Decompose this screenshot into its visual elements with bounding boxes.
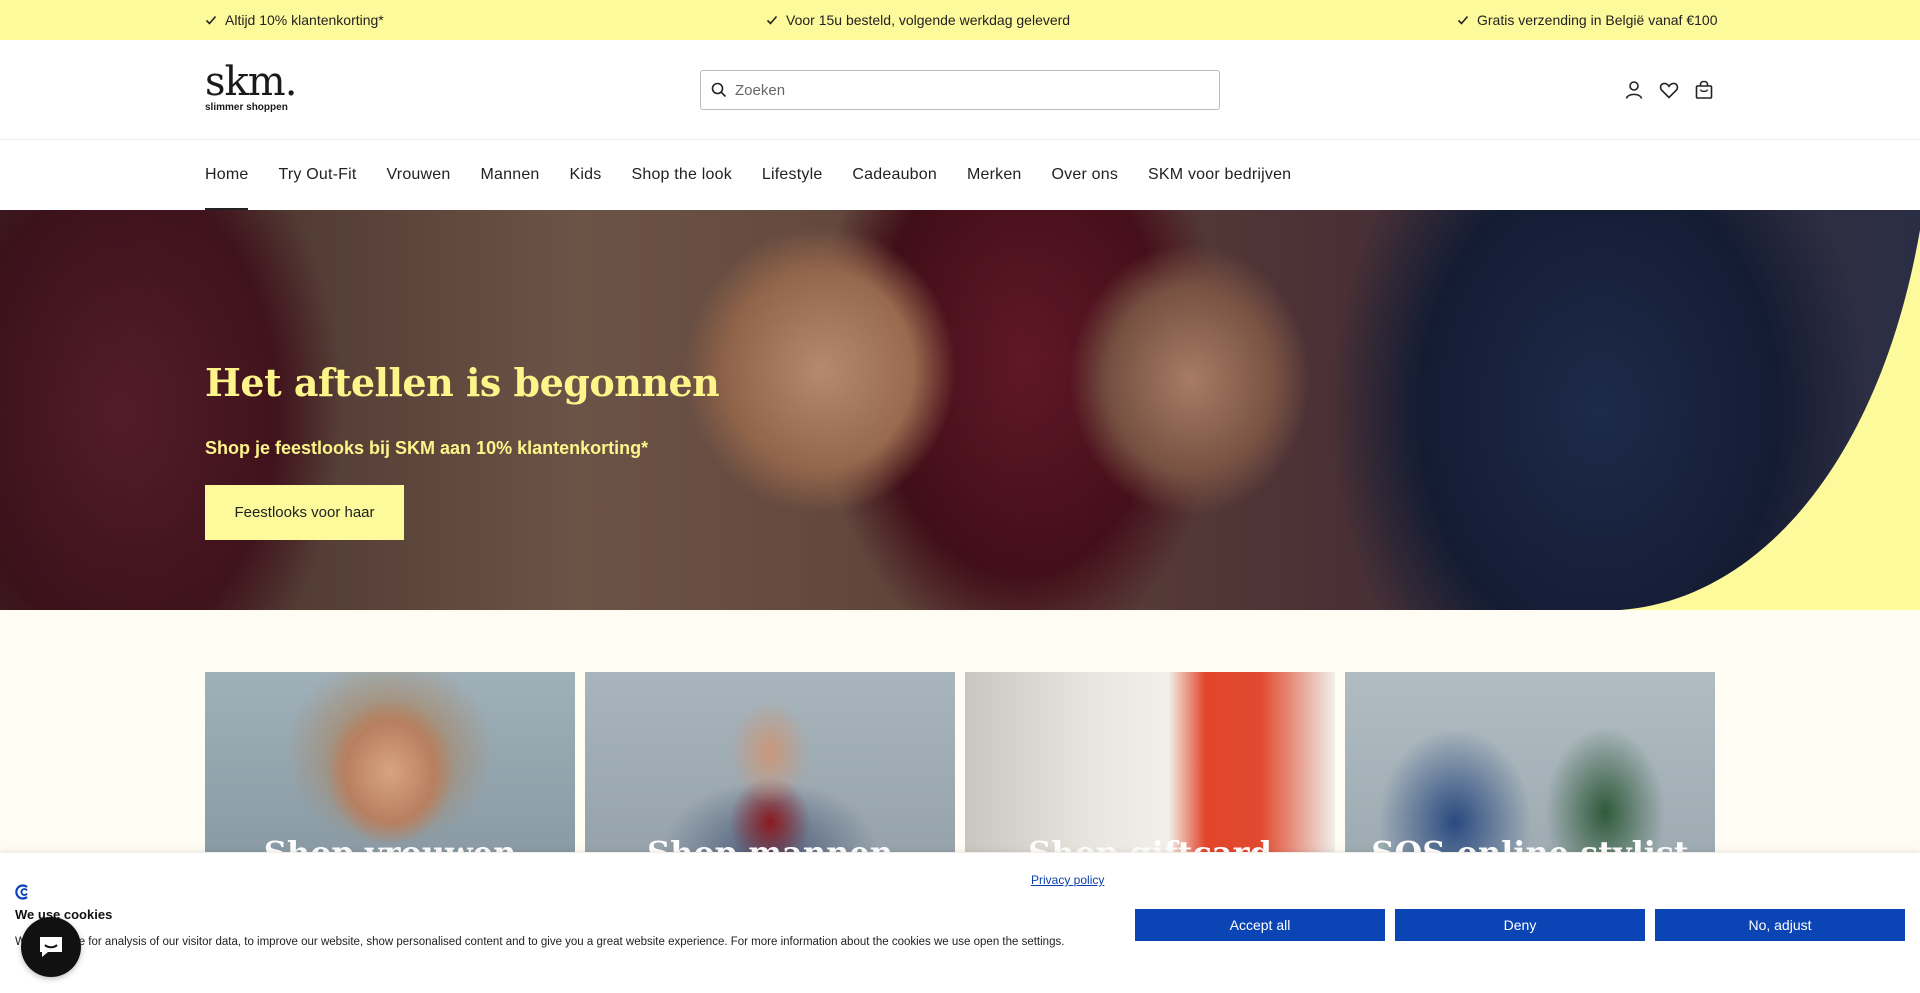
- nav-item-home[interactable]: Home: [205, 140, 249, 210]
- chat-button[interactable]: [21, 917, 81, 977]
- deny-button[interactable]: Deny: [1395, 909, 1645, 941]
- search-icon: [711, 82, 727, 98]
- announcement-text: Gratis verzending in België vanaf €100: [1477, 12, 1718, 28]
- nav-item-vrouwen[interactable]: Vrouwen: [387, 140, 451, 210]
- nav-item-merken[interactable]: Merken: [967, 140, 1022, 210]
- checkmark-icon: [766, 15, 778, 25]
- announcement-item: Voor 15u besteld, volgende werkdag gelev…: [766, 0, 1070, 40]
- category-tile-giftcard[interactable]: Shop giftcard: [965, 672, 1335, 852]
- category-tile-label: Shop giftcard: [965, 834, 1335, 852]
- account-icon[interactable]: [1623, 79, 1645, 101]
- hero-banner: Het aftellen is begonnen Shop je feestlo…: [0, 210, 1920, 610]
- cookie-banner: We use cookies We use these for analysis…: [0, 853, 1920, 993]
- adjust-cookies-button[interactable]: No, adjust: [1655, 909, 1905, 941]
- checkmark-icon: [205, 15, 217, 25]
- nav-item-shop-the-look[interactable]: Shop the look: [631, 140, 731, 210]
- nav-item-lifestyle[interactable]: Lifestyle: [762, 140, 823, 210]
- main-navigation: Home Try Out-Fit Vrouwen Mannen Kids Sho…: [0, 140, 1920, 210]
- accept-all-button[interactable]: Accept all: [1135, 909, 1385, 941]
- hero-yellow-curve: [1620, 230, 1920, 610]
- category-tile-label: Shop vrouwen: [205, 834, 575, 852]
- cart-bag-icon[interactable]: [1693, 79, 1715, 101]
- hero-title: Het aftellen is begonnen: [205, 360, 720, 405]
- privacy-policy-link[interactable]: Privacy policy: [1031, 873, 1104, 887]
- category-tile-label: SOS online stylist Liz: [1345, 834, 1715, 852]
- category-tile-vrouwen[interactable]: Shop vrouwen: [205, 672, 575, 852]
- category-tile-label: Shop mannen: [585, 834, 955, 852]
- hero-subtitle: Shop je feestlooks bij SKM aan 10% klant…: [205, 438, 649, 458]
- site-logo[interactable]: skm. slimmer shoppen: [205, 62, 305, 118]
- nav-item-try-out-fit[interactable]: Try Out-Fit: [278, 140, 356, 210]
- search-box[interactable]: [700, 70, 1220, 110]
- wishlist-heart-icon[interactable]: [1658, 79, 1680, 101]
- nav-item-mannen[interactable]: Mannen: [481, 140, 540, 210]
- nav-item-kids[interactable]: Kids: [570, 140, 602, 210]
- site-header: skm. slimmer shoppen: [0, 40, 1920, 140]
- nav-item-over-ons[interactable]: Over ons: [1052, 140, 1119, 210]
- nav-item-cadeaubon[interactable]: Cadeaubon: [852, 140, 937, 210]
- announcement-item: Altijd 10% klantenkorting*: [205, 0, 384, 40]
- checkmark-icon: [1457, 15, 1469, 25]
- hero-cta-button[interactable]: Feestlooks voor haar: [205, 485, 404, 540]
- category-tile-mannen[interactable]: Shop mannen: [585, 672, 955, 852]
- cookie-description: We use these for analysis of our visitor…: [15, 936, 1065, 948]
- announcement-bar: Altijd 10% klantenkorting* Voor 15u best…: [0, 0, 1920, 40]
- announcement-text: Voor 15u besteld, volgende werkdag gelev…: [786, 12, 1071, 28]
- category-tile-stylist[interactable]: SOS online stylist Liz: [1345, 672, 1715, 852]
- cookie-provider-logo-icon: [15, 884, 28, 900]
- nav-item-skm-voor-bedrijven[interactable]: SKM voor bedrijven: [1148, 140, 1291, 210]
- announcement-item: Gratis verzending in België vanaf €100: [1457, 0, 1717, 40]
- logo-wordmark: skm.: [205, 59, 297, 105]
- chat-bubble-icon: [40, 937, 62, 957]
- category-tiles: Shop vrouwen Shop mannen Shop giftcard S…: [205, 672, 1715, 852]
- search-input[interactable]: [735, 81, 1195, 99]
- announcement-text: Altijd 10% klantenkorting*: [225, 12, 384, 28]
